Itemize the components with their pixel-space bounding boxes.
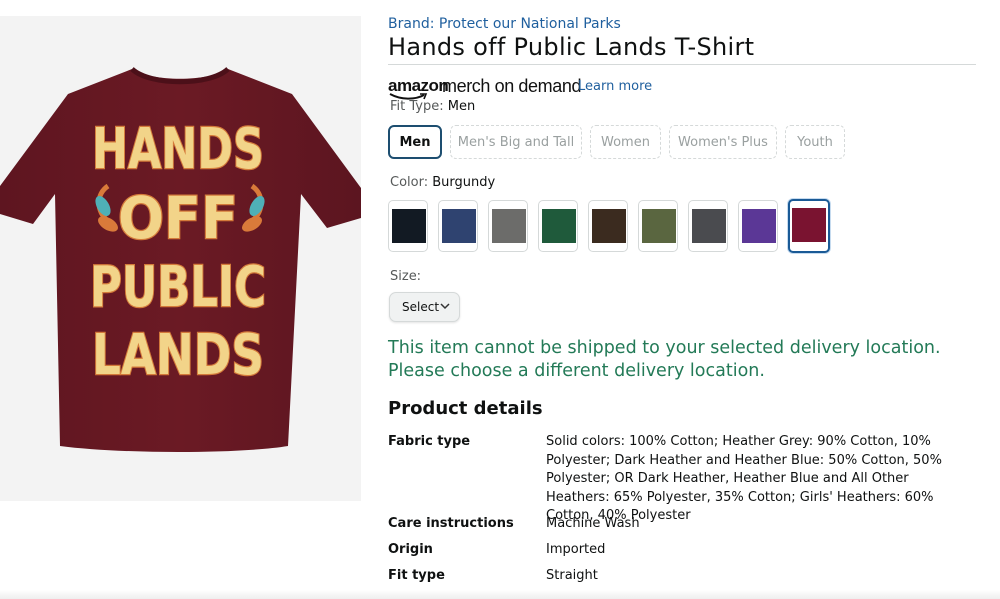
detail-key: Care instructions — [388, 516, 514, 531]
detail-value: Solid colors: 100% Cotton; Heather Grey:… — [546, 434, 942, 523]
detail-value: Straight — [546, 568, 598, 583]
fit-option-womens-plus[interactable]: Women's Plus — [669, 125, 777, 159]
merch-on-demand-logo: merch on demand — [442, 76, 582, 96]
chevron-down-icon — [440, 303, 450, 310]
color-swatch[interactable] — [388, 200, 428, 252]
color-swatch[interactable] — [638, 200, 678, 252]
design-line: OFF — [118, 184, 238, 252]
bottom-shadow — [0, 590, 1000, 599]
color-label: Color: Burgundy — [390, 175, 496, 190]
product-image: HANDS OFF PUBLIC LANDS — [0, 67, 361, 452]
size-select-label: Select — [402, 300, 440, 314]
swatch-chip — [542, 209, 576, 243]
color-swatch[interactable] — [588, 200, 628, 252]
detail-key: Fit type — [388, 568, 445, 583]
color-selected-value: Burgundy — [432, 175, 496, 190]
color-swatch[interactable] — [438, 200, 478, 252]
swatch-chip — [742, 209, 776, 243]
title-divider — [388, 64, 976, 65]
detail-row-origin: Origin Imported — [388, 541, 978, 560]
design-line: PUBLIC — [90, 255, 266, 320]
fit-option-mens-big-and-tall[interactable]: Men's Big and Tall — [450, 125, 582, 159]
color-swatch[interactable] — [738, 200, 778, 252]
merch-on-demand-row: amazon merch on demand Learn more — [388, 76, 788, 100]
detail-row-fabric-type: Fabric type Solid colors: 100% Cotton; H… — [388, 433, 978, 523]
design-line: LANDS — [92, 323, 264, 388]
detail-value: Imported — [546, 542, 606, 557]
fit-option-women[interactable]: Women — [590, 125, 661, 159]
learn-more-link[interactable]: Learn more — [578, 79, 652, 94]
fit-option-youth[interactable]: Youth — [785, 125, 845, 159]
fit-option-men[interactable]: Men — [388, 125, 442, 159]
detail-row-fit-type: Fit type Straight — [388, 567, 978, 586]
swatch-chip — [642, 209, 676, 243]
detail-key: Fabric type — [388, 434, 471, 449]
swatch-chip — [392, 209, 426, 243]
detail-key: Origin — [388, 542, 433, 557]
swatch-chip — [592, 209, 626, 243]
product-details-heading: Product details — [388, 398, 543, 419]
detail-value: Machine Wash — [546, 516, 640, 531]
product-title: Hands off Public Lands T-Shirt — [388, 33, 755, 61]
color-swatch[interactable] — [538, 200, 578, 252]
brand-link[interactable]: Brand: Protect our National Parks — [388, 16, 621, 32]
fit-type-label: Fit Type: Men — [390, 99, 476, 114]
delivery-warning: This item cannot be shipped to your sele… — [388, 338, 941, 381]
product-image-panel[interactable]: HANDS OFF PUBLIC LANDS — [0, 16, 361, 501]
swatch-chip — [492, 209, 526, 243]
color-swatch[interactable] — [488, 200, 528, 252]
color-swatch-selected[interactable] — [788, 199, 830, 253]
swatch-chip — [792, 208, 826, 242]
design-line: HANDS — [92, 117, 264, 182]
fit-type-selected-value: Men — [447, 99, 476, 114]
swatch-chip — [692, 209, 726, 243]
size-select[interactable]: Select — [389, 292, 460, 322]
color-swatch[interactable] — [688, 200, 728, 252]
detail-row-care-instructions: Care instructions Machine Wash — [388, 515, 978, 534]
swatch-chip — [442, 209, 476, 243]
size-label: Size: — [390, 269, 422, 284]
